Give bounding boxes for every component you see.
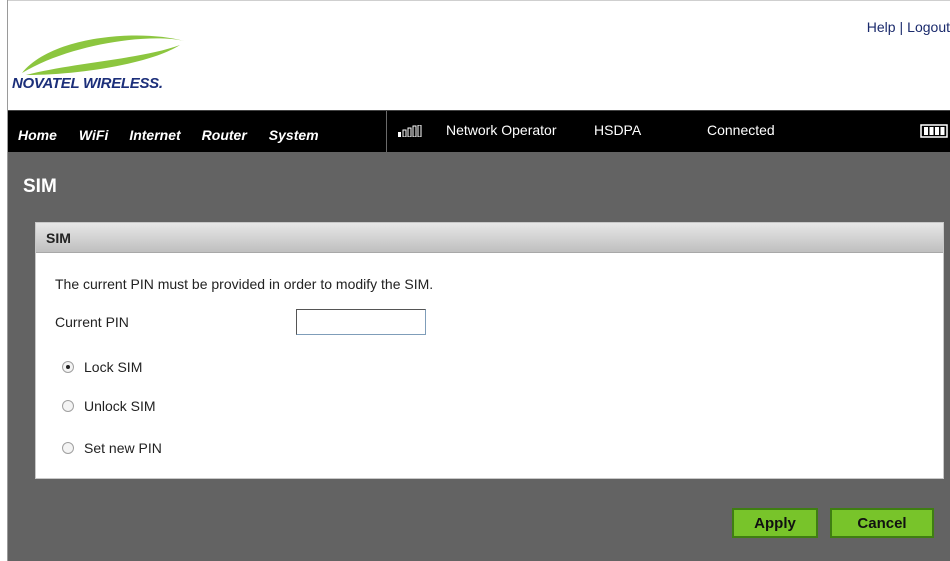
nav-system[interactable]: System bbox=[269, 121, 319, 143]
nav-home[interactable]: Home bbox=[18, 121, 57, 143]
help-link[interactable]: Help bbox=[867, 19, 896, 35]
sim-panel: SIM The current PIN must be provided in … bbox=[35, 222, 944, 479]
radio-set-new-pin[interactable]: Set new PIN bbox=[62, 440, 162, 456]
link-separator: | bbox=[899, 19, 904, 35]
nav-router[interactable]: Router bbox=[202, 121, 247, 143]
nav-menu: Home WiFi Internet Router System bbox=[8, 111, 319, 153]
radio-label: Lock SIM bbox=[84, 359, 143, 375]
left-window-edge bbox=[0, 0, 8, 561]
logo-text: NOVATEL WIRELESS. bbox=[12, 75, 163, 92]
nav-wifi[interactable]: WiFi bbox=[79, 121, 108, 143]
main-navbar: Home WiFi Internet Router System Network… bbox=[8, 110, 950, 153]
radio-button[interactable] bbox=[62, 400, 74, 412]
radio-button-checked[interactable] bbox=[62, 361, 74, 373]
network-type: HSDPA bbox=[594, 122, 642, 138]
battery-icon bbox=[920, 124, 948, 138]
current-pin-label: Current PIN bbox=[55, 314, 129, 330]
radio-label: Unlock SIM bbox=[84, 398, 156, 414]
top-links: Help | Logout bbox=[867, 19, 950, 35]
info-text: The current PIN must be provided in orde… bbox=[55, 276, 434, 292]
page-title: SIM bbox=[23, 176, 57, 197]
nav-divider bbox=[386, 111, 387, 153]
radio-button[interactable] bbox=[62, 442, 74, 454]
apply-button[interactable]: Apply bbox=[732, 508, 818, 538]
cancel-button[interactable]: Cancel bbox=[830, 508, 934, 538]
network-operator: Network Operator bbox=[446, 122, 557, 138]
main-content: SIM SIM The current PIN must be provided… bbox=[8, 152, 950, 561]
radio-label: Set new PIN bbox=[84, 440, 162, 456]
nav-internet[interactable]: Internet bbox=[129, 121, 180, 143]
radio-unlock-sim[interactable]: Unlock SIM bbox=[62, 398, 156, 414]
current-pin-input[interactable] bbox=[296, 309, 426, 335]
connection-status: Connected bbox=[707, 122, 775, 138]
radio-lock-sim[interactable]: Lock SIM bbox=[62, 359, 142, 375]
logout-link[interactable]: Logout bbox=[907, 19, 950, 35]
header: NOVATEL WIRELESS. Help | Logout bbox=[8, 0, 950, 110]
signal-strength-icon bbox=[398, 125, 422, 137]
panel-header: SIM bbox=[36, 223, 943, 253]
